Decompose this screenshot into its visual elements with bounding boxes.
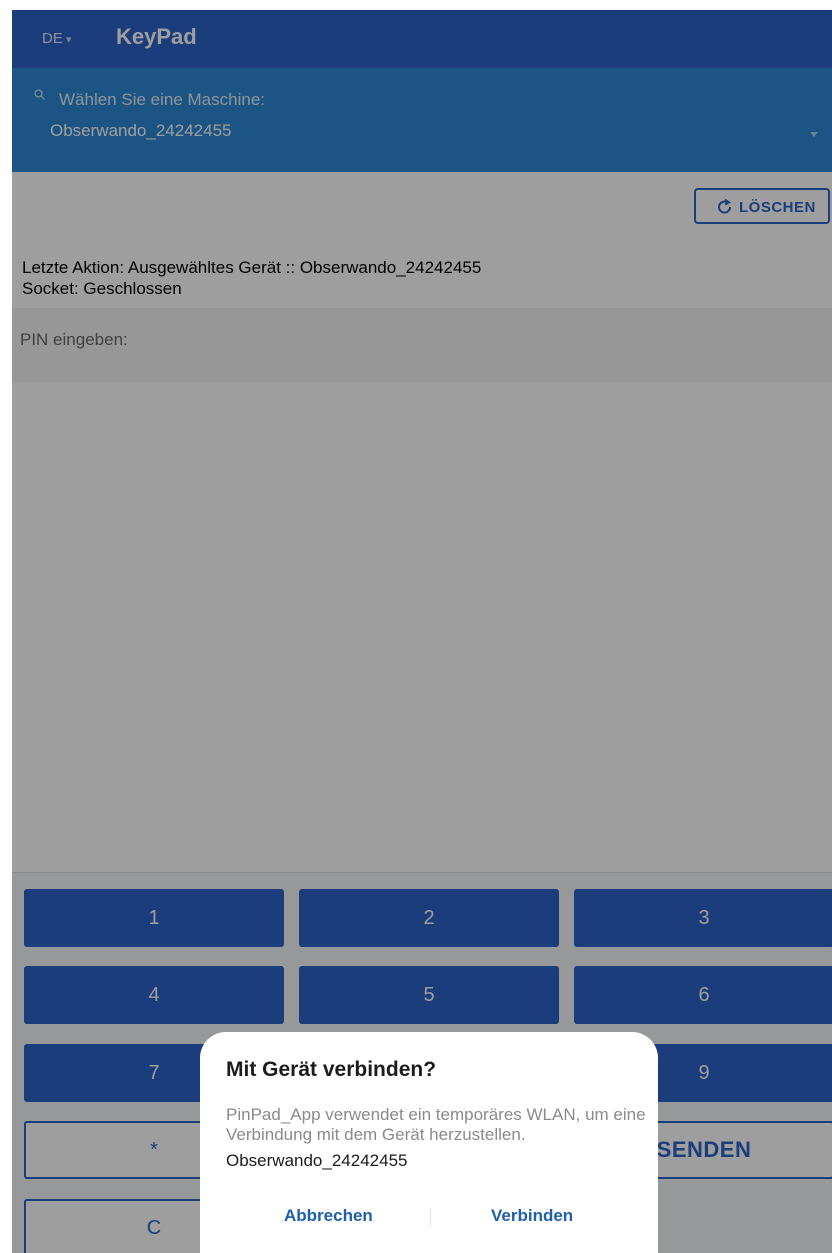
connect-button[interactable]: Verbinden (491, 1206, 573, 1226)
dialog-device-name: Obserwando_24242455 (226, 1151, 408, 1170)
app-window: DE ▾ KeyPad Wählen Sie eine Maschine: Obs… (12, 10, 832, 1253)
connect-dialog: Mit Gerät verbinden? PinPad_App verwende… (200, 1032, 658, 1253)
dialog-title: Mit Gerät verbinden? (226, 1058, 437, 1081)
dialog-message: PinPad_App verwendet ein temporäres WLAN… (226, 1105, 646, 1144)
cancel-button[interactable]: Abbrechen (284, 1206, 373, 1226)
dialog-button-divider (430, 1208, 431, 1226)
